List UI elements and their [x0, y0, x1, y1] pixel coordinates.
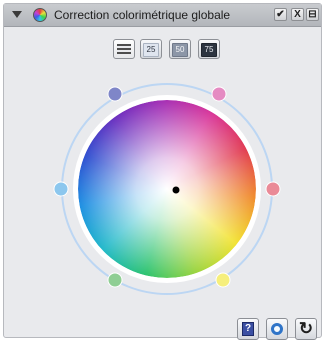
checkmark-button[interactable]: ✔ — [274, 8, 287, 21]
color-wheel-area[interactable] — [49, 79, 284, 304]
magnifier-icon — [271, 323, 283, 335]
help-button[interactable]: ? — [237, 318, 259, 340]
close-icon: X — [294, 9, 301, 20]
level-50-label: 50 — [172, 43, 188, 57]
level-25-button[interactable]: 25 — [140, 39, 162, 59]
checkmark-icon: ✔ — [276, 9, 285, 20]
mode-button[interactable] — [113, 39, 135, 59]
menu-icon: ⊟ — [308, 9, 317, 20]
color-wheel[interactable] — [78, 100, 256, 278]
handle-blue[interactable] — [107, 86, 123, 102]
menu-button[interactable]: ⊟ — [306, 8, 319, 21]
panel-title: Correction colorimétrique globale — [54, 8, 231, 22]
panel-titlebar: Correction colorimétrique globale ✔ X ⊟ — [4, 4, 321, 27]
close-button[interactable]: X — [291, 8, 304, 21]
handle-yellow[interactable] — [215, 272, 231, 288]
stack-icon — [117, 44, 131, 54]
reset-button[interactable]: ↻ — [295, 318, 317, 340]
disclosure-triangle-icon[interactable] — [12, 11, 22, 18]
color-correction-panel: Correction colorimétrique globale ✔ X ⊟ … — [3, 3, 322, 340]
handle-red[interactable] — [265, 181, 281, 197]
help-icon: ? — [242, 322, 254, 336]
handle-green[interactable] — [107, 272, 123, 288]
center-point[interactable] — [172, 186, 180, 194]
refresh-icon: ↻ — [298, 319, 314, 338]
level-50-button[interactable]: 50 — [169, 39, 191, 59]
level-25-label: 25 — [143, 43, 159, 57]
level-75-button[interactable]: 75 — [198, 39, 220, 59]
level-75-label: 75 — [201, 43, 217, 57]
color-wheel-svg — [53, 83, 281, 295]
color-wheel-icon — [33, 8, 47, 22]
eyedropper-button[interactable] — [266, 318, 288, 340]
handle-magenta[interactable] — [211, 86, 227, 102]
handle-cyan[interactable] — [53, 181, 69, 197]
